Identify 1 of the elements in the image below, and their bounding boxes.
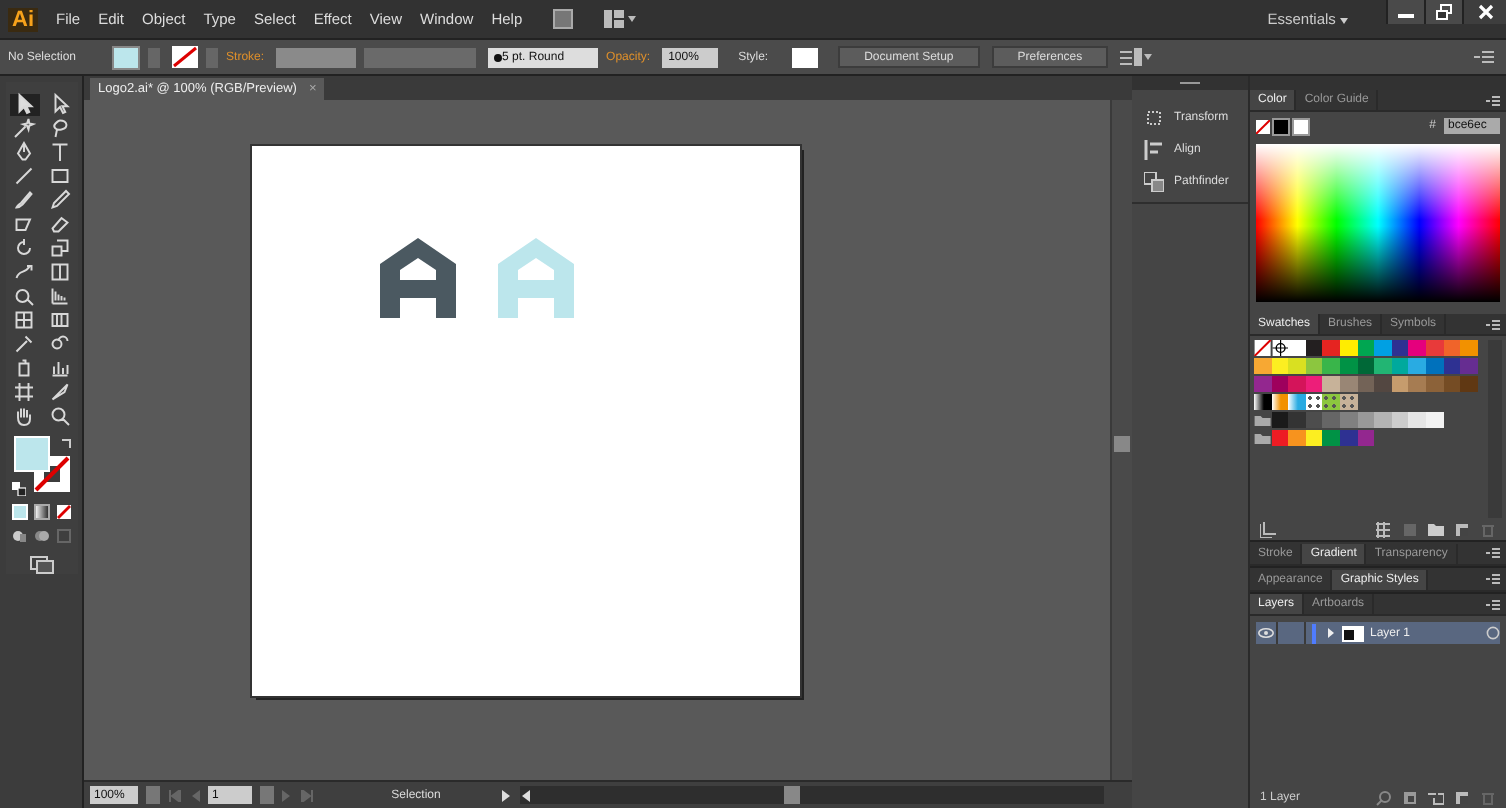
- app-logo: Ai: [8, 7, 38, 31]
